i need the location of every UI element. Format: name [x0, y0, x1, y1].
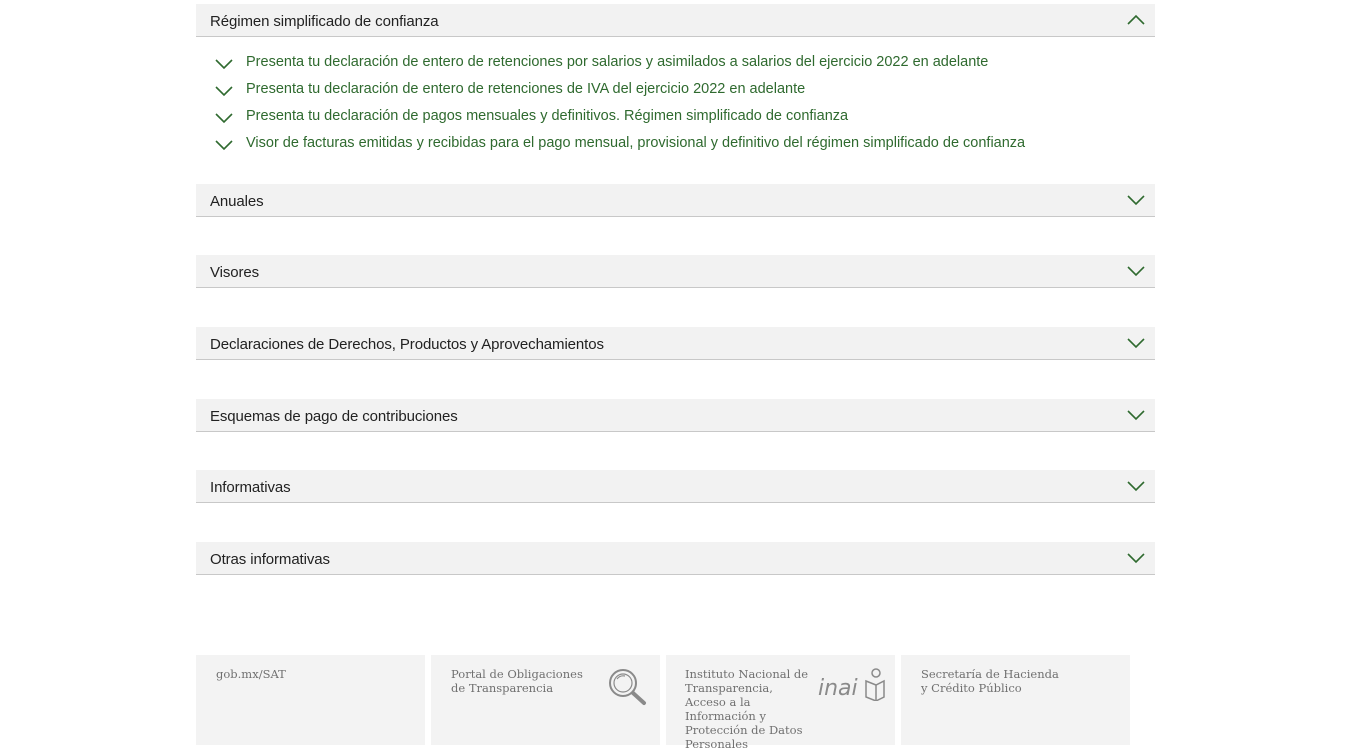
accordion-header-esquemas[interactable]: Esquemas de pago de contribuciones [196, 399, 1155, 432]
footer-link-inai[interactable]: Instituto Nacional de Transparencia, Acc… [685, 667, 810, 751]
list-item-link[interactable]: Visor de facturas emitidas y recibidas p… [246, 135, 1025, 151]
accordion-header-derechos[interactable]: Declaraciones de Derechos, Productos y A… [196, 327, 1155, 360]
inai-logo-text: inai [818, 676, 858, 701]
chevron-down-icon[interactable] [1126, 193, 1146, 207]
list-item[interactable]: Presenta tu declaración de entero de ret… [196, 78, 1155, 105]
footer-link-hacienda[interactable]: Secretaría de Hacienda y Crédito Público [921, 667, 1061, 695]
accordion-title: Otras informativas [210, 551, 330, 568]
footer-card-transparencia[interactable]: Portal de Obligaciones de Transparencia [431, 655, 660, 745]
regimen-sublist: Presenta tu declaración de entero de ret… [196, 51, 1155, 159]
chevron-up-icon[interactable] [1126, 13, 1146, 27]
accordion-header-visores[interactable]: Visores [196, 255, 1155, 288]
chevron-down-icon[interactable] [1126, 551, 1146, 565]
accordion-title: Anuales [210, 193, 264, 210]
chevron-down-icon[interactable] [1126, 408, 1146, 422]
footer: gob.mx/SAT Portal de Obligaciones de Tra… [196, 655, 1131, 751]
accordion-title: Régimen simplificado de confianza [210, 13, 439, 30]
list-item[interactable]: Presenta tu declaración de pagos mensual… [196, 105, 1155, 132]
accordion-title: Visores [210, 264, 260, 281]
accordion-header-regimen[interactable]: Régimen simplificado de confianza [196, 4, 1155, 37]
accordion-title: Informativas [210, 479, 291, 496]
chevron-down-icon [214, 110, 234, 124]
accordion-title: Declaraciones de Derechos, Productos y A… [210, 336, 604, 353]
accordion-title: Esquemas de pago de contribuciones [210, 408, 458, 425]
list-item-link[interactable]: Presenta tu declaración de entero de ret… [246, 54, 988, 70]
footer-card-hacienda[interactable]: Secretaría de Hacienda y Crédito Público [901, 655, 1130, 745]
footer-card-inai[interactable]: Instituto Nacional de Transparencia, Acc… [666, 655, 895, 751]
accordion-header-anuales[interactable]: Anuales [196, 184, 1155, 217]
list-item-link[interactable]: Presenta tu declaración de entero de ret… [246, 81, 805, 97]
chevron-down-icon[interactable] [1126, 479, 1146, 493]
chevron-down-icon [214, 56, 234, 70]
chevron-down-icon[interactable] [1126, 264, 1146, 278]
accordion-header-otras[interactable]: Otras informativas [196, 542, 1155, 575]
list-item-link[interactable]: Presenta tu declaración de pagos mensual… [246, 108, 848, 124]
list-item[interactable]: Presenta tu declaración de entero de ret… [196, 51, 1155, 78]
footer-link-sat[interactable]: gob.mx/SAT [216, 667, 286, 681]
chevron-down-icon [214, 83, 234, 97]
list-item[interactable]: Visor de facturas emitidas y recibidas p… [196, 132, 1155, 159]
magnifier-icon [606, 667, 650, 712]
chevron-down-icon [214, 137, 234, 151]
accordion-header-informativas[interactable]: Informativas [196, 470, 1155, 503]
inai-logo: inai [818, 667, 886, 706]
footer-card-sat[interactable]: gob.mx/SAT [196, 655, 425, 745]
chevron-down-icon[interactable] [1126, 336, 1146, 350]
footer-link-transparencia[interactable]: Portal de Obligaciones de Transparencia [451, 667, 591, 695]
